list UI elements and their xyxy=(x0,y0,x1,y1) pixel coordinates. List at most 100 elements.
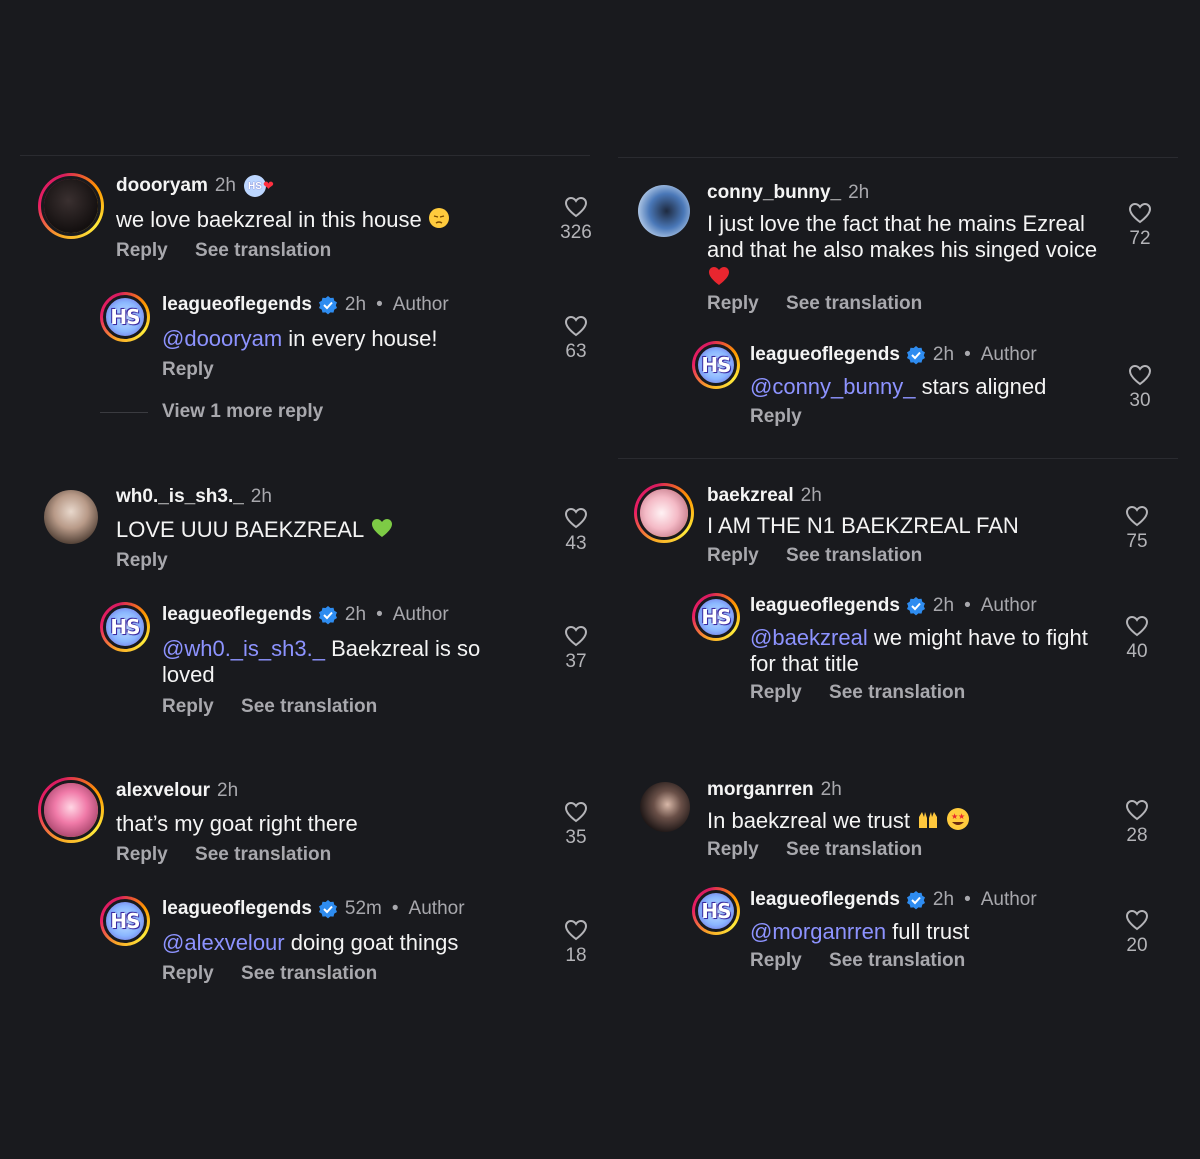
avatar[interactable] xyxy=(634,483,694,543)
author-avatar[interactable]: HS xyxy=(100,602,150,652)
see-translation-button[interactable]: See translation xyxy=(829,682,965,703)
reply-button[interactable]: Reply xyxy=(707,293,759,314)
author-avatar[interactable]: HS xyxy=(692,341,740,389)
see-translation-button[interactable]: See translation xyxy=(195,844,331,865)
username[interactable]: doooryam xyxy=(116,175,208,197)
timestamp: 2h xyxy=(214,175,236,196)
comment-header: wh0._is_sh3._ 2h xyxy=(116,486,272,508)
reply-button[interactable]: Reply xyxy=(116,240,168,261)
see-translation-button[interactable]: See translation xyxy=(241,696,377,717)
heart-icon: ❤ xyxy=(263,178,274,193)
view-more-replies-button[interactable]: View 1 more reply xyxy=(162,401,323,423)
reply-header: leagueoflegends 2h • Author xyxy=(750,595,1037,617)
like-button[interactable]: 75 xyxy=(1107,505,1167,553)
heart-outline-icon xyxy=(564,196,588,218)
author-label: Author xyxy=(392,294,449,315)
left-column-frame xyxy=(20,155,590,156)
mention-link[interactable]: @conny_bunny_ xyxy=(750,374,915,399)
author-label: Author xyxy=(408,898,465,919)
comment-actions: Reply See translation xyxy=(707,839,944,861)
reply-button[interactable]: Reply xyxy=(707,839,759,860)
like-button[interactable]: 35 xyxy=(546,801,606,849)
reply-button[interactable]: Reply xyxy=(116,844,168,865)
like-button[interactable]: 63 xyxy=(546,315,606,363)
league-logo: HS xyxy=(701,899,731,923)
avatar[interactable] xyxy=(38,173,104,239)
like-button[interactable]: 43 xyxy=(546,507,606,555)
reply-button[interactable]: Reply xyxy=(162,696,214,717)
like-button[interactable]: 28 xyxy=(1107,799,1167,847)
mention-link[interactable]: @morganrren xyxy=(750,919,886,944)
reply-text: @alexvelour doing goat things xyxy=(162,930,459,955)
like-count: 43 xyxy=(565,533,587,554)
like-button[interactable]: 72 xyxy=(1110,202,1170,250)
reply-button[interactable]: Reply xyxy=(707,545,759,566)
username[interactable]: conny_bunny_ xyxy=(707,182,841,204)
timestamp: 2h xyxy=(932,344,955,365)
like-button[interactable]: 37 xyxy=(546,625,606,673)
comment-text: LOVE UUU BAEKZREAL xyxy=(116,517,394,545)
username[interactable]: leagueoflegends xyxy=(750,344,900,366)
mention-link[interactable]: @doooryam xyxy=(162,326,282,351)
like-button[interactable]: 20 xyxy=(1107,909,1167,957)
reply-button[interactable]: Reply xyxy=(162,963,214,984)
league-logo: HS xyxy=(701,605,731,629)
like-button[interactable]: 326 xyxy=(546,196,606,244)
reply-button[interactable]: Reply xyxy=(750,950,802,971)
like-count: 326 xyxy=(560,222,592,243)
see-translation-button[interactable]: See translation xyxy=(786,839,922,860)
comment-header: morganrren 2h xyxy=(707,779,842,801)
heart-outline-icon xyxy=(564,507,588,529)
like-count: 75 xyxy=(1126,531,1148,552)
see-translation-button[interactable]: See translation xyxy=(241,963,377,984)
reply-text: @morganrren full trust xyxy=(750,919,970,944)
avatar[interactable] xyxy=(44,490,98,544)
comment-actions: Reply See translation xyxy=(707,293,944,315)
timestamp: 2h xyxy=(800,485,822,506)
reply-button[interactable]: Reply xyxy=(162,359,214,380)
see-translation-button[interactable]: See translation xyxy=(829,950,965,971)
pensive-face-emoji xyxy=(428,207,450,235)
green-heart-emoji xyxy=(370,517,394,545)
username[interactable]: alexvelour xyxy=(116,780,210,802)
comment-text: that’s my goat right there xyxy=(116,811,358,836)
reply-button[interactable]: Reply xyxy=(116,550,168,571)
see-translation-button[interactable]: See translation xyxy=(195,240,331,261)
reply-button[interactable]: Reply xyxy=(750,682,802,703)
username[interactable]: morganrren xyxy=(707,779,814,801)
reply-actions: Reply See translation xyxy=(162,696,399,718)
username[interactable]: leagueoflegends xyxy=(162,294,312,316)
comment-text: I just love the fact that he mains Ezrea… xyxy=(707,211,1107,293)
mention-link[interactable]: @alexvelour xyxy=(162,930,285,955)
username[interactable]: leagueoflegends xyxy=(750,889,900,911)
username[interactable]: leagueoflegends xyxy=(750,595,900,617)
author-avatar[interactable]: HS xyxy=(100,292,150,342)
comment-text: we love baekzreal in this house xyxy=(116,207,450,235)
reply-text: @conny_bunny_ stars aligned xyxy=(750,374,1047,399)
like-button[interactable]: 30 xyxy=(1110,364,1170,412)
username[interactable]: baekzreal xyxy=(707,485,794,507)
avatar[interactable] xyxy=(38,777,104,843)
username[interactable]: wh0._is_sh3._ xyxy=(116,486,244,508)
username[interactable]: leagueoflegends xyxy=(162,604,312,626)
league-logo: HS xyxy=(110,615,140,639)
username[interactable]: leagueoflegends xyxy=(162,898,312,920)
see-translation-button[interactable]: See translation xyxy=(786,293,922,314)
like-count: 30 xyxy=(1129,390,1151,411)
author-avatar[interactable]: HS xyxy=(692,887,740,935)
mention-link[interactable]: @baekzreal xyxy=(750,625,868,650)
timestamp: 2h xyxy=(217,780,239,801)
avatar[interactable] xyxy=(638,185,690,237)
author-label: Author xyxy=(392,604,449,625)
mention-link[interactable]: @wh0._is_sh3._ xyxy=(162,636,325,661)
like-button[interactable]: 40 xyxy=(1107,615,1167,663)
see-translation-button[interactable]: See translation xyxy=(786,545,922,566)
verified-badge-icon xyxy=(906,597,925,616)
author-avatar[interactable]: HS xyxy=(100,896,150,946)
reply-button[interactable]: Reply xyxy=(750,406,802,427)
timestamp: 52m xyxy=(344,898,382,919)
comment-actions: Reply xyxy=(116,550,190,572)
like-button[interactable]: 18 xyxy=(546,919,606,967)
avatar[interactable] xyxy=(640,782,690,832)
author-avatar[interactable]: HS xyxy=(692,593,740,641)
